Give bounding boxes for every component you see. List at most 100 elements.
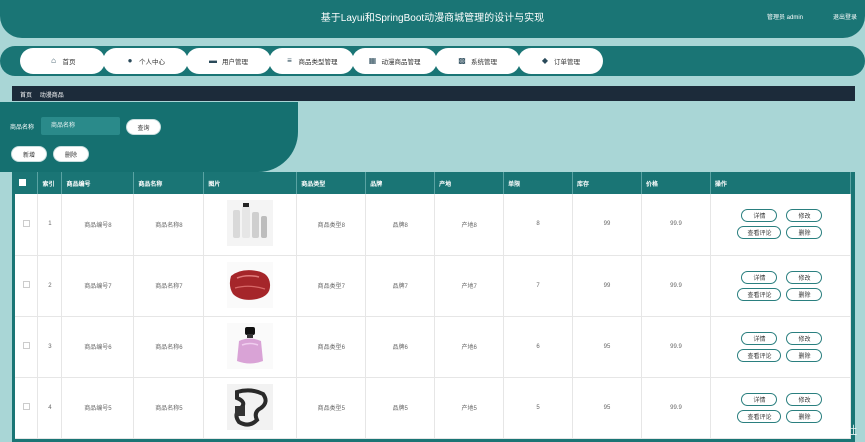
cell-actions: 详情 修改 查看评论 删除 bbox=[710, 316, 852, 378]
cell-index: 4 bbox=[37, 377, 63, 439]
nav-label: 商品类型管理 bbox=[298, 59, 338, 66]
view-reviews-button[interactable]: 查看评论 bbox=[737, 409, 782, 423]
cell-price: 99.9 bbox=[641, 255, 711, 317]
cell-name: 商品名称7 bbox=[133, 255, 205, 317]
search-input[interactable] bbox=[41, 117, 120, 135]
nav-item-profile[interactable]: ● 个人中心 bbox=[103, 48, 188, 74]
cell-actions: 详情 修改 查看评论 删除 bbox=[710, 194, 852, 256]
row-delete-button[interactable]: 删除 bbox=[786, 348, 823, 362]
user-icon: ● bbox=[127, 56, 133, 65]
view-reviews-button[interactable]: 查看评论 bbox=[737, 348, 782, 362]
grid-icon: ▩ bbox=[458, 56, 466, 65]
product-image-6 bbox=[227, 322, 274, 369]
nav-label: 用户管理 bbox=[222, 59, 248, 66]
row-select[interactable] bbox=[15, 377, 39, 439]
view-reviews-button[interactable]: 查看评论 bbox=[737, 287, 782, 301]
nav-label: 系统管理 bbox=[471, 59, 497, 66]
calendar-icon: ▦ bbox=[368, 56, 377, 65]
cell-type: 商品类型6 bbox=[296, 316, 367, 378]
detail-button[interactable]: 详情 bbox=[741, 392, 778, 406]
table-row: 1 商品编号8 商品名称8 商品类型8 品牌8 产地8 8 99 99.9 详情… bbox=[15, 194, 852, 256]
column-header: 图片 bbox=[203, 172, 298, 194]
app-header: 基于Layui和SpringBoot动漫商城管理的设计与实现 管理员 admin… bbox=[0, 0, 865, 38]
cell-origin: 产地6 bbox=[434, 316, 505, 378]
row-checkbox[interactable] bbox=[22, 281, 30, 288]
search-panel: 商品名称 查询 新增 删除 bbox=[0, 102, 298, 172]
cell-index: 3 bbox=[37, 316, 63, 378]
cell-actions: 详情 修改 查看评论 删除 bbox=[710, 255, 852, 317]
cell-type: 商品类型5 bbox=[296, 377, 367, 439]
detail-button[interactable]: 详情 bbox=[741, 270, 778, 284]
logout-link[interactable]: 退出登录 bbox=[833, 12, 857, 21]
nav-label: 订单管理 bbox=[554, 59, 580, 66]
table-header-row: 索引 商品编号 商品名称 图片 商品类型 品牌 产地 单限 库存 价格 操作 bbox=[15, 172, 852, 194]
detail-button[interactable]: 详情 bbox=[741, 209, 778, 223]
row-delete-button[interactable]: 删除 bbox=[786, 287, 823, 301]
edit-button[interactable]: 修改 bbox=[786, 392, 823, 406]
product-image-8 bbox=[227, 200, 274, 247]
cell-code: 商品编号5 bbox=[61, 377, 135, 439]
table-row: 2 商品编号7 商品名称7 商品类型7 品牌7 产地7 7 99 99.9 详情… bbox=[15, 255, 852, 317]
row-delete-button[interactable]: 删除 bbox=[786, 226, 823, 240]
cell-brand: 品牌6 bbox=[365, 316, 436, 378]
query-button[interactable]: 查询 bbox=[126, 119, 161, 135]
cell-limit: 5 bbox=[503, 377, 574, 439]
cell-image bbox=[203, 194, 298, 256]
cell-code: 商品编号8 bbox=[61, 194, 135, 256]
cell-code: 商品编号6 bbox=[61, 316, 135, 378]
sliders-icon: ≡ bbox=[287, 56, 292, 65]
edit-button[interactable]: 修改 bbox=[786, 331, 823, 345]
nav-item-orders[interactable]: ◆ 订单管理 bbox=[518, 48, 603, 74]
breadcrumb-home[interactable]: 首页 bbox=[20, 93, 32, 99]
nav-item-home[interactable]: ⌂ 首页 bbox=[20, 48, 105, 74]
row-select[interactable] bbox=[15, 194, 39, 256]
cell-price: 99.9 bbox=[641, 377, 711, 439]
table-row: 4 商品编号5 商品名称5 商品类型5 品牌5 产地5 5 95 99.9 详情… bbox=[15, 377, 852, 439]
location-icon: ◆ bbox=[541, 56, 549, 65]
product-table-wrap: 索引 商品编号 商品名称 图片 商品类型 品牌 产地 单限 库存 价格 操作 1… bbox=[12, 172, 855, 442]
column-header: 价格 bbox=[641, 172, 711, 194]
cell-price: 99.9 bbox=[641, 194, 711, 256]
cell-brand: 品牌7 bbox=[365, 255, 436, 317]
row-delete-button[interactable]: 删除 bbox=[786, 409, 823, 423]
row-checkbox[interactable] bbox=[22, 219, 30, 227]
nav-item-system[interactable]: ▩ 系统管理 bbox=[435, 48, 520, 74]
cell-name: 商品名称8 bbox=[133, 194, 205, 256]
detail-button[interactable]: 详情 bbox=[741, 331, 778, 345]
current-user: 管理员 admin bbox=[766, 15, 803, 21]
cell-name: 商品名称5 bbox=[133, 377, 205, 439]
monitor-icon: ▬ bbox=[209, 56, 217, 65]
cell-type: 商品类型7 bbox=[296, 255, 367, 317]
column-header: 品牌 bbox=[365, 172, 436, 194]
edit-button[interactable]: 修改 bbox=[786, 270, 823, 284]
nav-item-products[interactable]: ▦ 动漫商品管理 bbox=[352, 48, 437, 74]
nav-item-users[interactable]: ▬ 用户管理 bbox=[186, 48, 271, 74]
app-title: 基于Layui和SpringBoot动漫商城管理的设计与实现 bbox=[320, 13, 545, 24]
row-select[interactable] bbox=[15, 316, 39, 378]
cell-stock: 99 bbox=[572, 194, 642, 256]
select-all-checkbox[interactable] bbox=[19, 178, 26, 186]
add-button[interactable]: 新增 bbox=[11, 146, 47, 162]
search-label: 商品名称 bbox=[10, 125, 35, 131]
row-select[interactable] bbox=[15, 255, 39, 317]
row-checkbox[interactable] bbox=[22, 342, 30, 349]
cell-stock: 99 bbox=[572, 255, 642, 317]
column-header: 商品名称 bbox=[133, 172, 205, 194]
nav-item-product-types[interactable]: ≡ 商品类型管理 bbox=[269, 48, 354, 74]
nav-label: 个人中心 bbox=[139, 59, 165, 66]
delete-button[interactable]: 删除 bbox=[53, 146, 89, 162]
edit-button[interactable]: 修改 bbox=[786, 209, 823, 223]
view-reviews-button[interactable]: 查看评论 bbox=[737, 226, 782, 240]
column-header: 库存 bbox=[572, 172, 642, 194]
select-all-header[interactable] bbox=[15, 172, 39, 194]
cell-name: 商品名称6 bbox=[133, 316, 205, 378]
cell-limit: 7 bbox=[503, 255, 574, 317]
column-header: 单限 bbox=[503, 172, 574, 194]
nav-label: 动漫商品管理 bbox=[381, 59, 421, 66]
column-header: 操作 bbox=[710, 172, 852, 194]
cell-price: 99.9 bbox=[641, 316, 711, 378]
cell-brand: 品牌5 bbox=[365, 377, 436, 439]
cell-type: 商品类型8 bbox=[296, 194, 367, 256]
column-header: 索引 bbox=[37, 172, 63, 194]
row-checkbox[interactable] bbox=[22, 403, 30, 410]
